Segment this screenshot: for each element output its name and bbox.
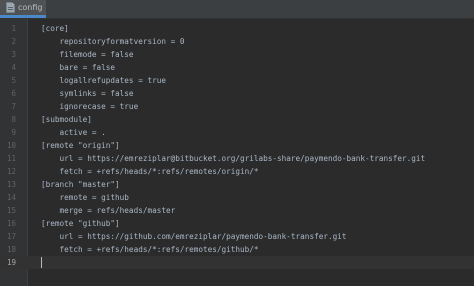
tab-config[interactable]: config bbox=[0, 0, 46, 18]
line-number: 19 bbox=[6, 258, 16, 267]
code-text: [remote "origin"] bbox=[41, 141, 120, 150]
code-line[interactable]: 2 repositoryformatversion = 0 bbox=[0, 35, 474, 48]
code-text: [branch "master"] bbox=[41, 180, 120, 189]
code-text: logallrefupdates = true bbox=[41, 76, 166, 85]
line-number: 1 bbox=[11, 24, 16, 33]
code-line[interactable]: 18 fetch = +refs/heads/*:refs/remotes/gi… bbox=[0, 243, 474, 256]
code-text: [remote "github"] bbox=[41, 219, 120, 228]
line-number: 11 bbox=[6, 154, 16, 163]
code-text: active = . bbox=[41, 128, 106, 137]
line-number: 17 bbox=[6, 232, 16, 241]
line-number: 15 bbox=[6, 206, 16, 215]
line-number: 6 bbox=[11, 89, 16, 98]
line-number: 10 bbox=[6, 141, 16, 150]
code-text: [submodule] bbox=[41, 115, 92, 124]
line-number: 16 bbox=[6, 219, 16, 228]
line-number: 14 bbox=[6, 193, 16, 202]
code-line[interactable]: 1 [core] bbox=[0, 22, 474, 35]
line-number: 9 bbox=[11, 128, 16, 137]
code-line[interactable]: 10 [remote "origin"] bbox=[0, 139, 474, 152]
code-text: remote = github bbox=[41, 193, 129, 202]
text-caret bbox=[41, 257, 42, 268]
code-line[interactable]: 9 active = . bbox=[0, 126, 474, 139]
line-number: 12 bbox=[6, 167, 16, 176]
code-line[interactable]: 5 logallrefupdates = true bbox=[0, 74, 474, 87]
code-line[interactable]: 14 remote = github bbox=[0, 191, 474, 204]
code-line[interactable]: 11 url = https://emreziplar@bitbucket.or… bbox=[0, 152, 474, 165]
code-line[interactable]: 7 ignorecase = true bbox=[0, 100, 474, 113]
line-number: 3 bbox=[11, 50, 16, 59]
code-line[interactable]: 4 bare = false bbox=[0, 61, 474, 74]
code-text: url = https://emreziplar@bitbucket.org/g… bbox=[41, 154, 426, 163]
code-line[interactable]: 8 [submodule] bbox=[0, 113, 474, 126]
code-text: symlinks = false bbox=[41, 89, 134, 98]
editor-tab-bar: config bbox=[0, 0, 474, 19]
code-text: fetch = +refs/heads/*:refs/remotes/origi… bbox=[41, 167, 259, 176]
code-line[interactable]: 19 bbox=[0, 256, 474, 269]
line-number: 4 bbox=[11, 63, 16, 72]
code-line[interactable]: 3 filemode = false bbox=[0, 48, 474, 61]
code-text: [core] bbox=[41, 24, 69, 33]
file-icon bbox=[6, 2, 15, 13]
line-number: 5 bbox=[11, 76, 16, 85]
code-line[interactable]: 16 [remote "github"] bbox=[0, 217, 474, 230]
code-text: bare = false bbox=[41, 63, 116, 72]
code-text: repositoryformatversion = 0 bbox=[41, 37, 185, 46]
code-line[interactable]: 12 fetch = +refs/heads/*:refs/remotes/or… bbox=[0, 165, 474, 178]
code-text: fetch = +refs/heads/*:refs/remotes/githu… bbox=[41, 245, 259, 254]
line-number: 7 bbox=[11, 102, 16, 111]
tab-label: config bbox=[18, 2, 43, 12]
line-number: 8 bbox=[11, 115, 16, 124]
line-number: 13 bbox=[6, 180, 16, 189]
code-text: merge = refs/heads/master bbox=[41, 206, 176, 215]
code-text: filemode = false bbox=[41, 50, 134, 59]
code-text: ignorecase = true bbox=[41, 102, 139, 111]
code-line[interactable]: 13 [branch "master"] bbox=[0, 178, 474, 191]
code-editor[interactable]: 1 [core] 2 repositoryformatversion = 03 fi… bbox=[0, 19, 474, 286]
line-number: 18 bbox=[6, 245, 16, 254]
line-number: 2 bbox=[11, 37, 16, 46]
code-line[interactable]: 17 url = https://github.com/emreziplar/p… bbox=[0, 230, 474, 243]
code-text: url = https://github.com/emreziplar/paym… bbox=[41, 232, 347, 241]
code-line[interactable]: 15 merge = refs/heads/master bbox=[0, 204, 474, 217]
code-line[interactable]: 6 symlinks = false bbox=[0, 87, 474, 100]
